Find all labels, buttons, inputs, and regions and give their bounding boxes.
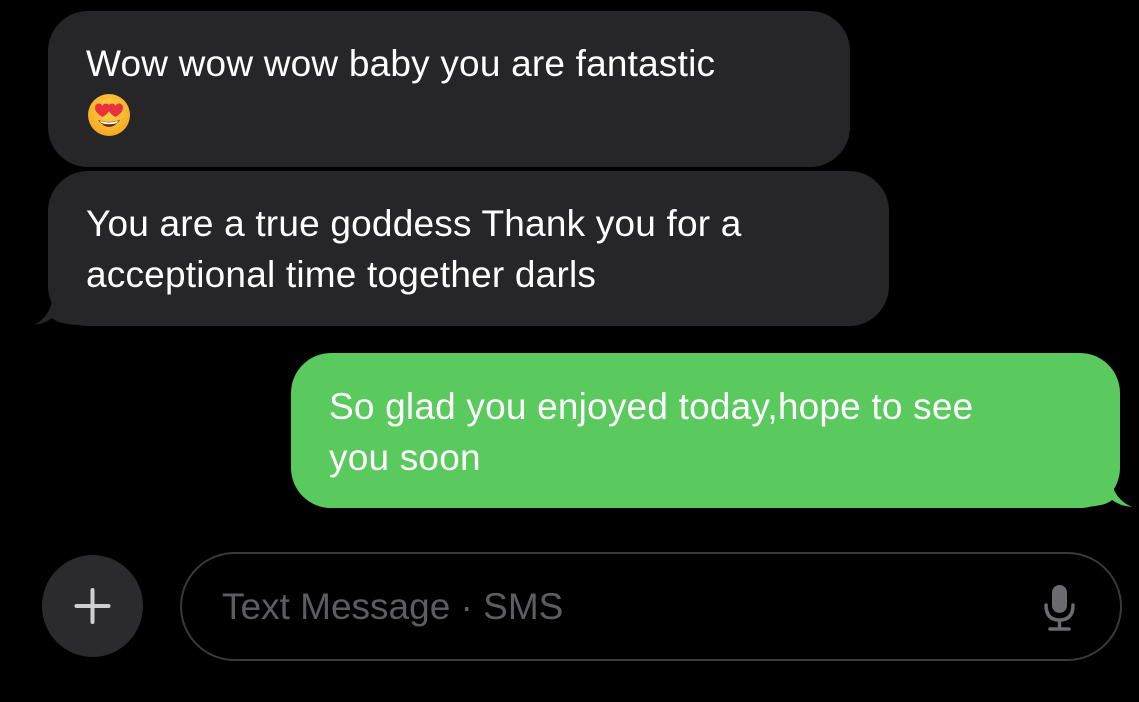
incoming-message-bubble[interactable]: Wow wow wow baby you are fantastic	[48, 11, 850, 167]
message-text-line: acceptional time together darls	[86, 254, 597, 295]
message-text-line: So glad you enjoyed today,hope to see	[329, 386, 974, 427]
message-input-field[interactable]: Text Message · SMS	[180, 552, 1122, 661]
heart-eyes-emoji-icon	[86, 92, 132, 138]
message-text-line: you soon	[329, 437, 481, 478]
microphone-icon[interactable]	[1040, 582, 1080, 639]
incoming-bubble-tail	[34, 288, 78, 325]
add-attachment-button[interactable]	[42, 555, 143, 657]
message-text-line: You are a true goddess Thank you for a	[86, 203, 742, 244]
message-input-placeholder: Text Message · SMS	[222, 586, 564, 627]
message-text: Wow wow wow baby you are fantastic	[86, 43, 716, 84]
plus-icon	[74, 588, 111, 624]
conversation-view: Wow wow wow baby you are fantastic You a…	[0, 0, 1139, 702]
incoming-message-bubble[interactable]: You are a true goddess Thank you for a a…	[48, 171, 889, 326]
outgoing-bubble-tail	[1084, 470, 1132, 507]
outgoing-message-bubble[interactable]: So glad you enjoyed today,hope to see yo…	[291, 353, 1120, 508]
